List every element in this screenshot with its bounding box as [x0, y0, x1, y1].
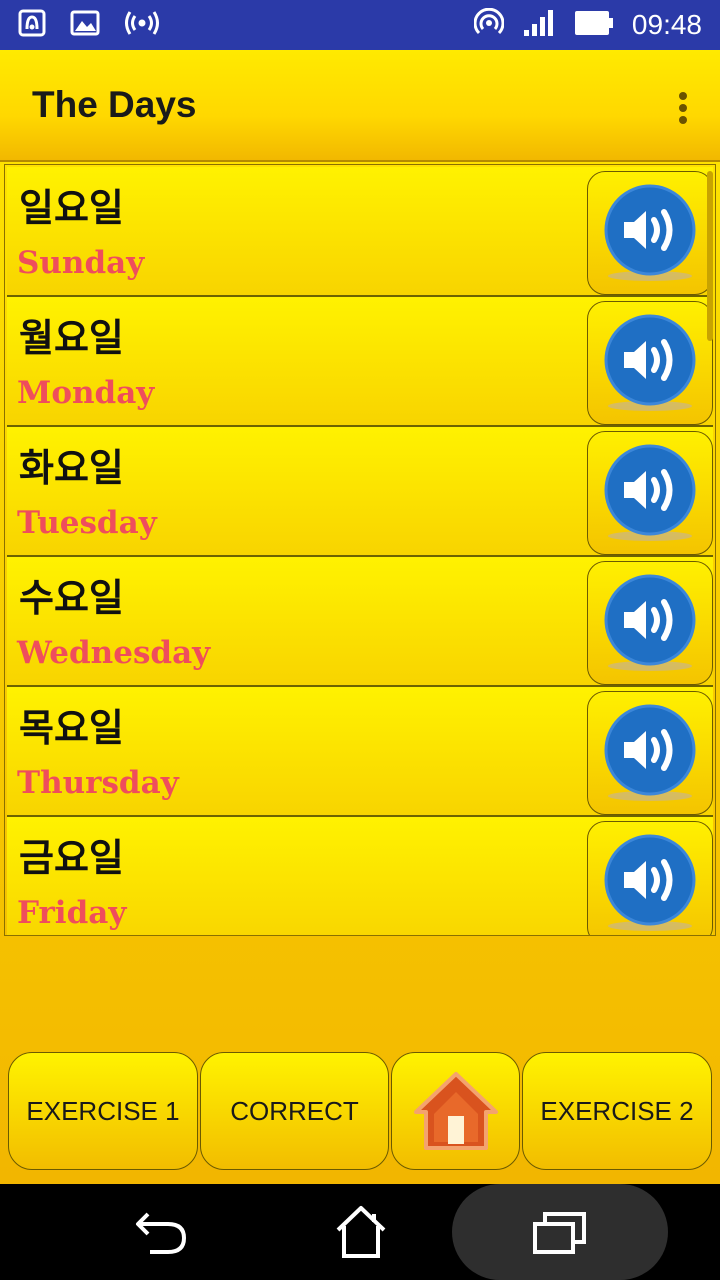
english-word: Thursday: [17, 765, 179, 801]
speaker-icon: [604, 834, 696, 931]
list-item: 일요일 Sunday: [7, 167, 713, 297]
list-item: 금요일 Friday: [7, 817, 713, 935]
back-icon[interactable]: [134, 1208, 188, 1260]
english-word: Sunday: [17, 245, 145, 281]
english-word: Friday: [17, 895, 127, 931]
speaker-icon: [604, 314, 696, 411]
clock: 09:48: [631, 9, 702, 40]
korean-word: 수요일: [19, 576, 124, 620]
play-audio-button[interactable]: [587, 691, 713, 815]
play-audio-button[interactable]: [587, 821, 713, 935]
image-icon: [70, 10, 100, 40]
bottom-button-bar: EXERCISE 1 CORRECT EXERCISE 2: [0, 1050, 720, 1174]
status-bar: 09:48: [0, 0, 720, 50]
speaker-icon: [604, 444, 696, 541]
list-scrollbar[interactable]: [707, 171, 713, 341]
list-item: 월요일 Monday: [7, 297, 713, 427]
navigation-bar: [0, 1184, 720, 1280]
exercise-1-button[interactable]: EXERCISE 1: [8, 1052, 198, 1170]
list-item: 목요일 Thursday: [7, 687, 713, 817]
correct-button[interactable]: CORRECT: [200, 1052, 389, 1170]
speaker-icon: [604, 704, 696, 801]
play-audio-button[interactable]: [587, 301, 713, 425]
broadcast-icon: [124, 10, 160, 40]
home-button[interactable]: [391, 1052, 520, 1170]
play-audio-button[interactable]: [587, 171, 713, 295]
english-word: Wednesday: [17, 635, 211, 671]
play-audio-button[interactable]: [587, 561, 713, 685]
hotspot-icon: [473, 7, 505, 42]
korean-word: 목요일: [19, 706, 124, 750]
recents-icon[interactable]: [532, 1210, 588, 1260]
korean-word: 월요일: [19, 316, 124, 360]
english-word: Tuesday: [17, 505, 157, 541]
english-word: Monday: [17, 375, 155, 411]
speaker-icon: [604, 184, 696, 281]
exercise-2-button[interactable]: EXERCISE 2: [522, 1052, 712, 1170]
play-audio-button[interactable]: [587, 431, 713, 555]
korean-word: 일요일: [19, 186, 124, 230]
app-bar: The Days: [0, 50, 720, 162]
app-screen: The Days 일요일 Sunday 월요일 Monday 화요일 Tuesd…: [0, 50, 720, 1184]
overflow-menu-icon[interactable]: [676, 92, 690, 128]
korean-word: 화요일: [19, 446, 124, 490]
list-item: 화요일 Tuesday: [7, 427, 713, 557]
list-item: 수요일 Wednesday: [7, 557, 713, 687]
page-title: The Days: [32, 84, 197, 125]
nfc-icon: [18, 9, 46, 41]
signal-icon: [522, 8, 556, 42]
korean-word: 금요일: [19, 836, 124, 880]
days-list[interactable]: 일요일 Sunday 월요일 Monday 화요일 Tuesday 수요일 We…: [4, 164, 716, 936]
speaker-icon: [604, 574, 696, 671]
battery-icon: [574, 10, 614, 40]
home-icon[interactable]: [334, 1204, 388, 1264]
home-icon: [413, 1072, 498, 1150]
